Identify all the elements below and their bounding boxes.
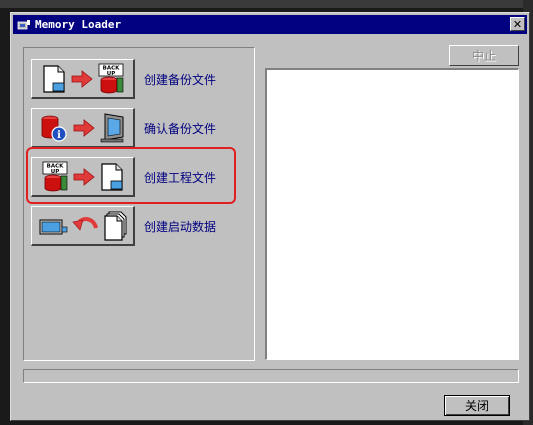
document-icon xyxy=(41,64,67,94)
documents-icon xyxy=(102,211,128,241)
arrow-right-icon xyxy=(71,69,93,88)
create-boot-data-button[interactable] xyxy=(31,206,135,246)
selection-highlight xyxy=(26,147,236,204)
close-icon: ✕ xyxy=(512,18,523,31)
action-row-verify-backup: i 确认备份文件 xyxy=(31,108,251,150)
window-close-button[interactable]: ✕ xyxy=(510,17,525,31)
app-icon xyxy=(17,19,31,31)
memory-loader-window: Memory Loader ✕ BACK UP 创建备份文件 i 确认备份文件 … xyxy=(10,12,530,421)
progress-bar xyxy=(23,369,519,383)
create-boot-data-label: 创建启动数据 xyxy=(144,220,217,234)
stop-button[interactable]: 中止 xyxy=(449,45,519,66)
verify-backup-label: 确认备份文件 xyxy=(144,122,217,136)
action-row-create-backup: BACK UP 创建备份文件 xyxy=(31,59,251,101)
curved-arrow-icon xyxy=(71,214,98,238)
close-button[interactable]: 关闭 xyxy=(444,395,510,416)
window-title: Memory Loader xyxy=(35,18,122,31)
device-icon xyxy=(38,214,68,238)
backup-icon-text-2: UP xyxy=(106,71,115,77)
title-bar[interactable]: Memory Loader ✕ xyxy=(13,15,527,34)
background-strip xyxy=(0,0,533,8)
log-output-area[interactable] xyxy=(265,68,519,360)
database-check-icon: i xyxy=(39,113,69,143)
create-backup-label: 创建备份文件 xyxy=(144,73,217,87)
svg-text:i: i xyxy=(57,130,61,141)
arrow-right-icon xyxy=(73,118,95,137)
monitor-icon xyxy=(99,112,127,144)
create-backup-button[interactable]: BACK UP xyxy=(31,59,135,99)
backup-icon: BACK UP xyxy=(97,63,125,95)
action-row-create-boot-data: 创建启动数据 xyxy=(31,206,251,248)
stop-button-label: 中止 xyxy=(471,49,496,63)
close-button-label: 关闭 xyxy=(464,399,489,413)
verify-backup-button[interactable]: i xyxy=(31,108,135,148)
